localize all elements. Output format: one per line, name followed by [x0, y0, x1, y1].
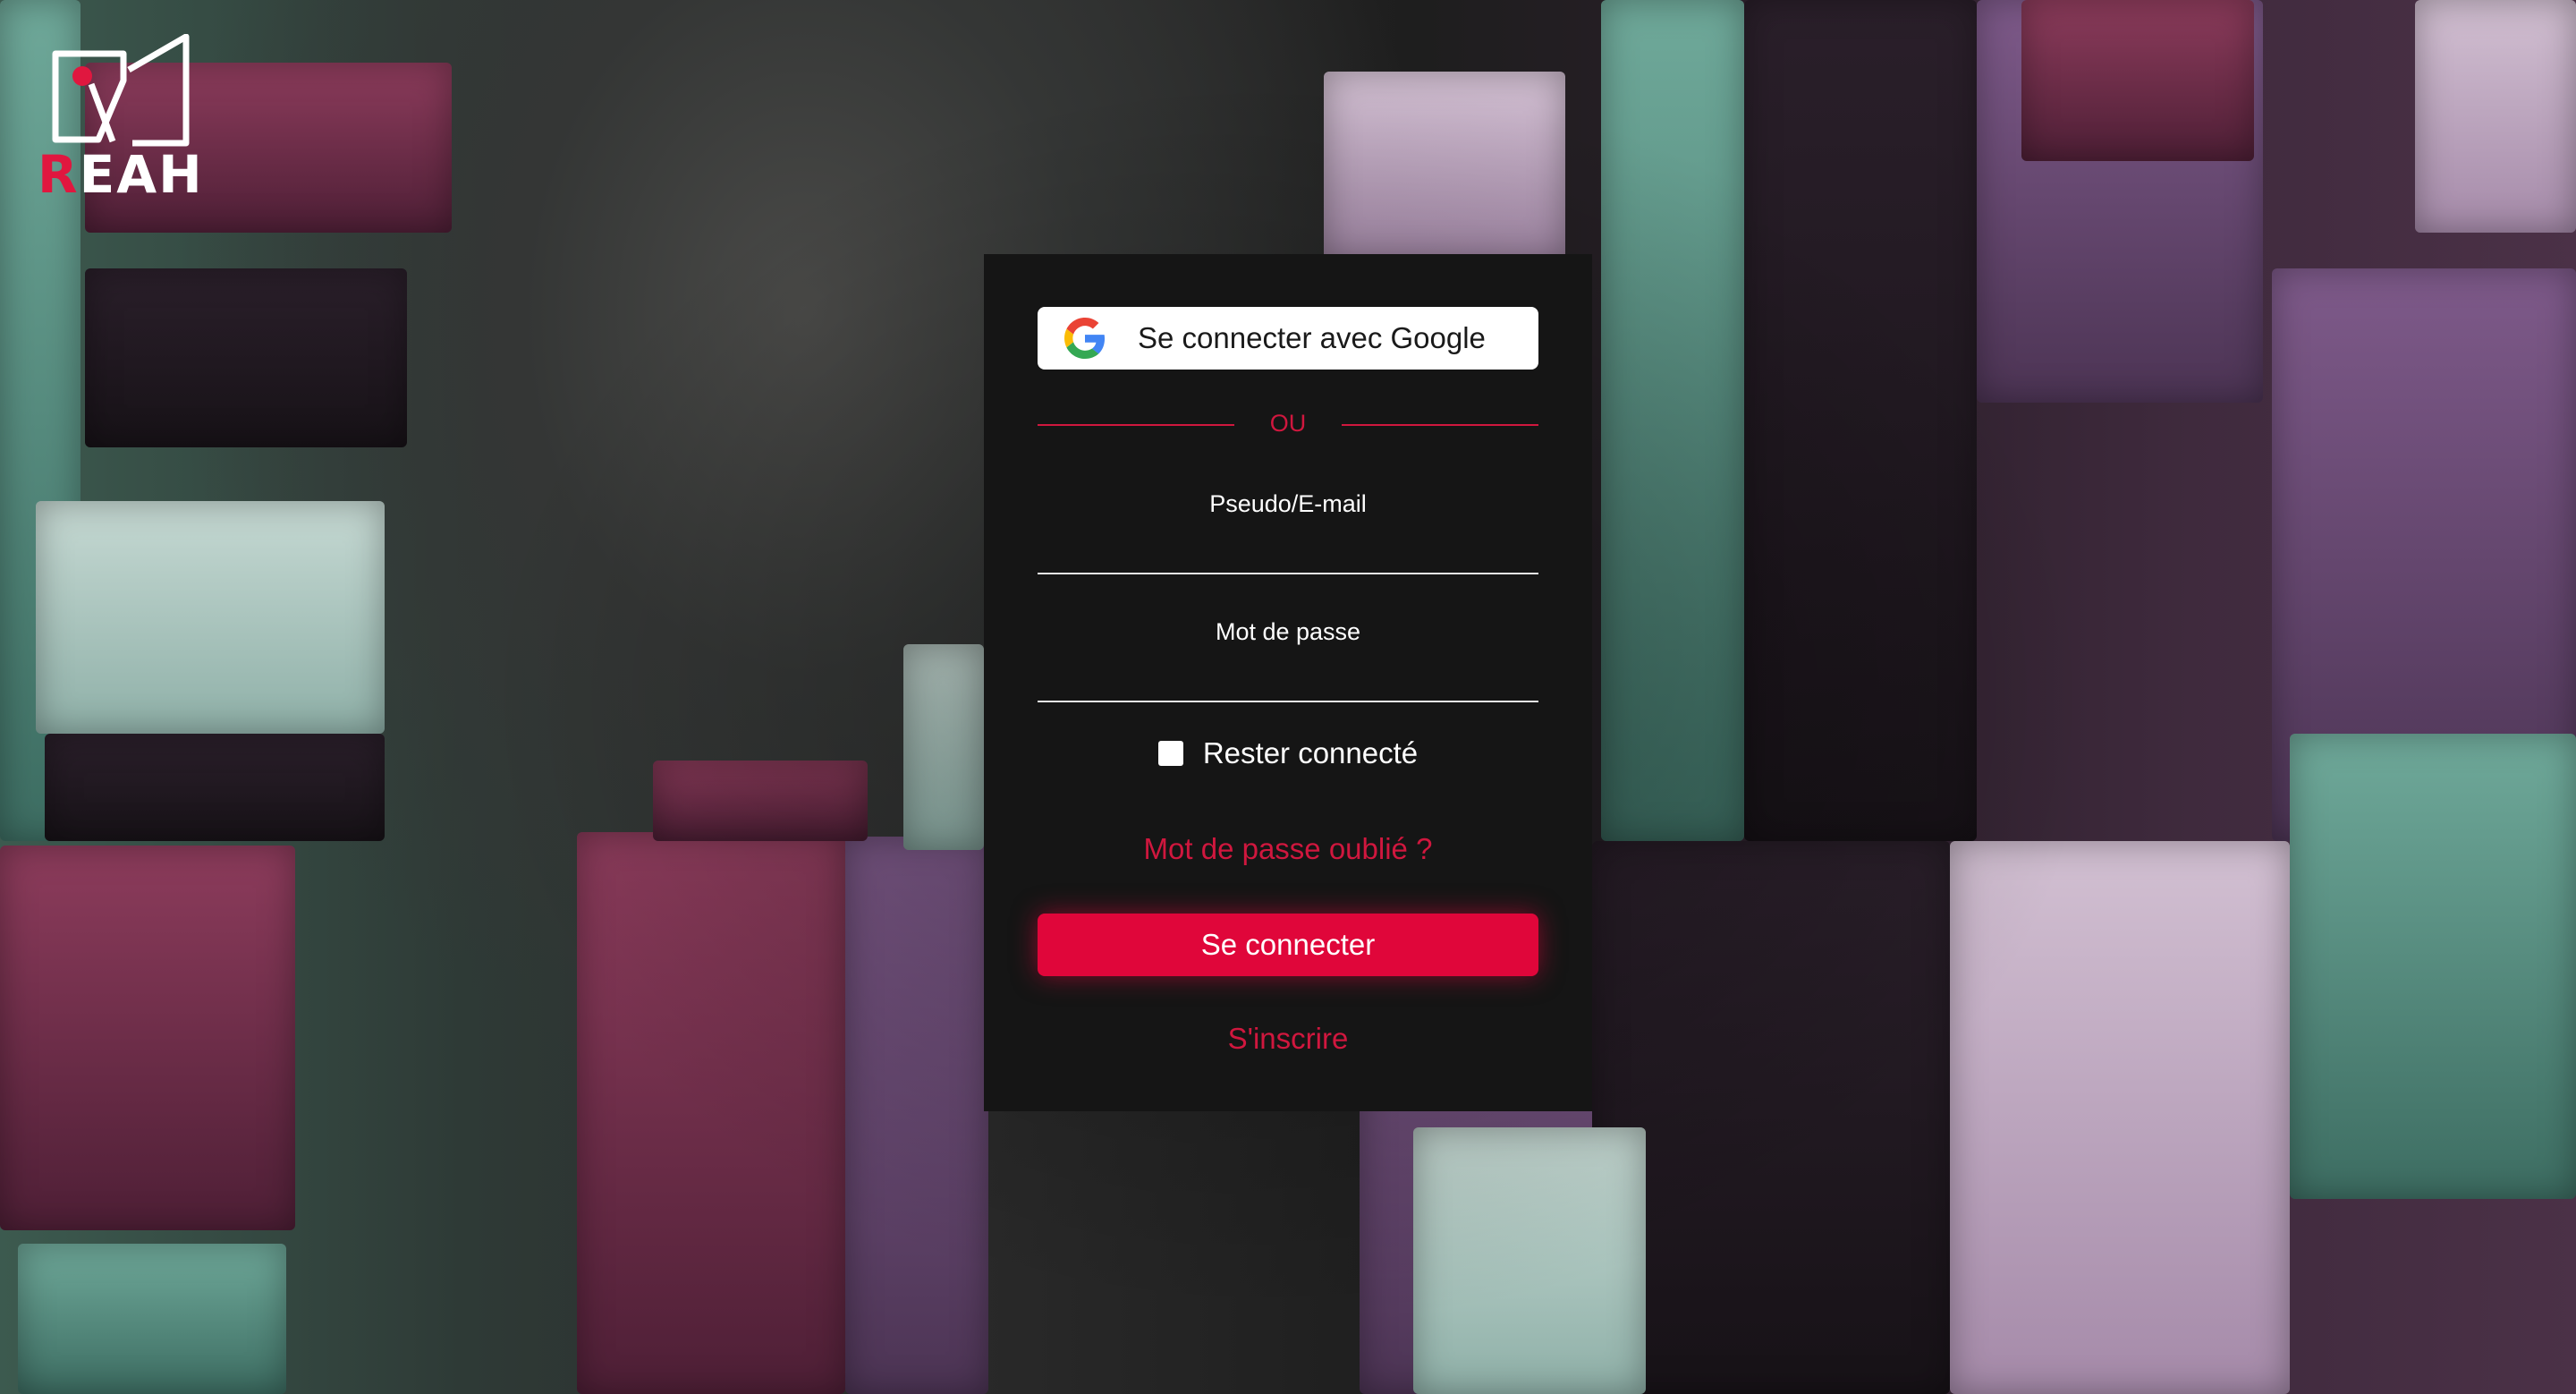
login-button[interactable]: Se connecter	[1038, 914, 1538, 976]
google-g-icon	[1064, 318, 1106, 359]
signup-link[interactable]: S'inscrire	[984, 1022, 1592, 1056]
google-signin-label: Se connecter avec Google	[1138, 321, 1486, 354]
password-label: Mot de passe	[1215, 618, 1361, 645]
username-label: Pseudo/E-mail	[1209, 490, 1367, 517]
remember-me: Rester connecté	[984, 735, 1592, 771]
remember-me-checkbox[interactable]	[1157, 741, 1183, 766]
remember-me-label[interactable]: Rester connecté	[1203, 736, 1418, 770]
logo-wordmark: REAH	[38, 144, 204, 205]
password-input[interactable]	[1038, 658, 1538, 702]
reah-logo[interactable]: REAH	[36, 34, 206, 213]
separator-line-right	[1342, 424, 1538, 426]
forgot-password-link[interactable]: Mot de passe oublié ?	[984, 832, 1592, 866]
reah-logo-icon	[52, 34, 190, 147]
google-signin-button[interactable]: Se connecter avec Google	[1038, 307, 1538, 370]
username-input[interactable]	[1038, 530, 1538, 574]
login-card: Se connecter avec Google OU Pseudo/E-mai…	[984, 254, 1592, 1111]
